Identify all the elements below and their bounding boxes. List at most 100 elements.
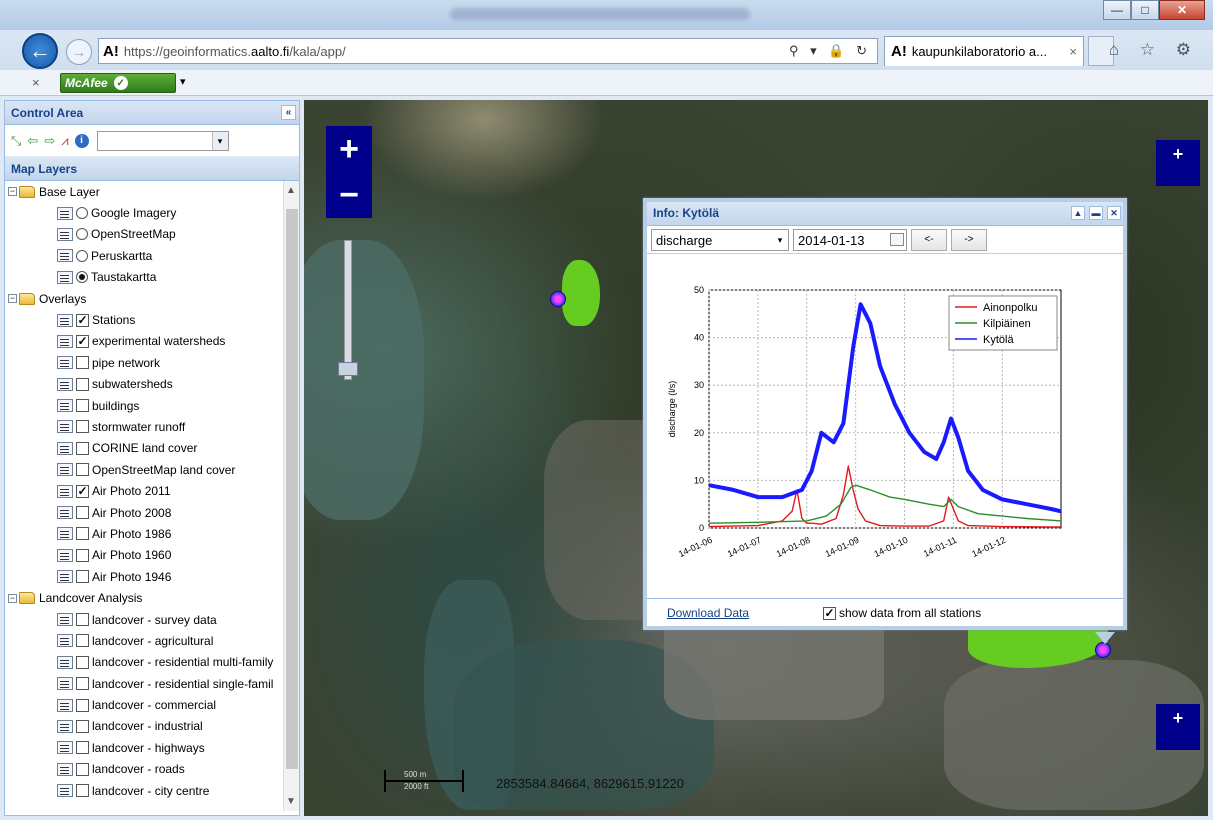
legend-icon[interactable] bbox=[57, 506, 73, 520]
layer-item[interactable]: Taustakartta bbox=[5, 267, 299, 288]
layer-item[interactable]: landcover - industrial bbox=[5, 716, 299, 737]
legend-icon[interactable] bbox=[57, 334, 73, 348]
show-all-checkbox[interactable]: ✓ bbox=[823, 606, 836, 620]
layer-checkbox[interactable]: ✓ bbox=[76, 313, 89, 327]
layer-group[interactable]: − Landcover Analysis bbox=[5, 587, 299, 608]
layer-switcher-plus-button[interactable]: + bbox=[1156, 140, 1200, 186]
layer-checkbox[interactable]: ✓ bbox=[76, 484, 89, 498]
layer-item[interactable]: landcover - residential multi-family bbox=[5, 652, 299, 673]
layer-item[interactable]: pipe network bbox=[5, 352, 299, 373]
legend-icon[interactable] bbox=[57, 762, 73, 776]
collapse-group-icon[interactable]: − bbox=[8, 593, 17, 603]
layer-checkbox[interactable] bbox=[76, 356, 89, 370]
legend-icon[interactable] bbox=[57, 463, 73, 477]
variable-select[interactable]: discharge ▾ bbox=[651, 228, 789, 251]
layer-checkbox[interactable] bbox=[76, 506, 89, 520]
layer-radio[interactable] bbox=[76, 207, 88, 220]
previous-extent-icon[interactable]: ⇦ bbox=[27, 133, 38, 149]
layer-checkbox[interactable] bbox=[76, 377, 89, 391]
collapse-group-icon[interactable]: − bbox=[8, 187, 17, 197]
legend-icon[interactable] bbox=[57, 527, 73, 541]
layer-group[interactable]: − Base Layer bbox=[5, 181, 299, 202]
layer-item[interactable]: Peruskartta bbox=[5, 245, 299, 266]
calendar-icon[interactable] bbox=[890, 232, 904, 246]
zoom-slider-handle[interactable] bbox=[338, 362, 358, 376]
tab-close-icon[interactable]: × bbox=[1069, 44, 1077, 59]
scroll-thumb[interactable] bbox=[286, 209, 298, 769]
show-all-stations-toggle[interactable]: ✓ show data from all stations bbox=[823, 606, 981, 620]
legend-icon[interactable] bbox=[57, 227, 73, 241]
home-favorites-settings-icon[interactable]: ⌂ ☆ ⚙ bbox=[1109, 40, 1199, 60]
layer-item[interactable]: OpenStreetMap land cover bbox=[5, 459, 299, 480]
layer-item[interactable]: CORINE land cover bbox=[5, 438, 299, 459]
layer-item[interactable]: Air Photo 1946 bbox=[5, 566, 299, 587]
layer-radio[interactable] bbox=[76, 228, 88, 241]
layer-item[interactable]: OpenStreetMap bbox=[5, 224, 299, 245]
collapse-panel-button[interactable]: « bbox=[281, 105, 296, 120]
layer-item[interactable]: subwatersheds bbox=[5, 374, 299, 395]
layer-checkbox[interactable] bbox=[76, 784, 89, 798]
browser-tab[interactable]: A! kaupunkilaboratorio a... × bbox=[884, 36, 1084, 66]
zoom-slider-track[interactable] bbox=[344, 240, 352, 380]
legend-icon[interactable] bbox=[57, 441, 73, 455]
layer-radio[interactable] bbox=[76, 271, 88, 284]
layer-checkbox[interactable] bbox=[76, 463, 89, 477]
station-marker[interactable] bbox=[1095, 642, 1111, 658]
legend-icon[interactable] bbox=[57, 677, 73, 691]
mcafee-dropdown-icon[interactable]: ▾ bbox=[180, 75, 186, 88]
layer-item[interactable]: landcover - survey data bbox=[5, 609, 299, 630]
legend-icon[interactable] bbox=[57, 741, 73, 755]
zoom-extent-icon[interactable]: ⤡ bbox=[11, 133, 21, 149]
pin-popup-icon[interactable]: ▬ bbox=[1089, 206, 1103, 220]
layer-checkbox[interactable] bbox=[76, 527, 89, 541]
tool-select[interactable]: ▾ bbox=[96, 130, 229, 151]
legend-icon[interactable] bbox=[57, 655, 73, 669]
download-data-link[interactable]: Download Data bbox=[667, 606, 749, 620]
zoom-out-button[interactable]: − bbox=[326, 172, 372, 218]
legend-icon[interactable] bbox=[57, 548, 73, 562]
legend-icon[interactable] bbox=[57, 570, 73, 584]
layer-checkbox[interactable] bbox=[76, 420, 89, 434]
layer-item[interactable]: ✓ Stations bbox=[5, 309, 299, 330]
layer-checkbox[interactable] bbox=[76, 677, 89, 691]
layer-item[interactable]: buildings bbox=[5, 395, 299, 416]
layer-checkbox[interactable]: ✓ bbox=[76, 334, 89, 348]
watershed-polygon[interactable] bbox=[562, 260, 600, 326]
maximize-button[interactable]: □ bbox=[1131, 0, 1159, 20]
forward-button[interactable]: → bbox=[66, 39, 92, 65]
layer-item[interactable]: landcover - commercial bbox=[5, 694, 299, 715]
layer-checkbox[interactable] bbox=[76, 762, 89, 776]
layer-checkbox[interactable] bbox=[76, 741, 89, 755]
layer-item[interactable]: landcover - agricultural bbox=[5, 630, 299, 651]
layer-checkbox[interactable] bbox=[76, 698, 89, 712]
legend-icon[interactable] bbox=[57, 484, 73, 498]
date-field[interactable]: 2014-01-13 bbox=[793, 228, 907, 251]
overview-plus-button[interactable]: + bbox=[1156, 704, 1200, 750]
next-date-button[interactable]: -> bbox=[951, 228, 987, 251]
layer-item[interactable]: Air Photo 2008 bbox=[5, 502, 299, 523]
layer-checkbox[interactable] bbox=[76, 441, 89, 455]
toolbar-close-icon[interactable]: × bbox=[32, 75, 40, 90]
close-window-button[interactable]: ✕ bbox=[1159, 0, 1205, 20]
mcafee-button[interactable]: McAfee ✓ bbox=[60, 73, 176, 93]
layer-item[interactable]: ✓ experimental watersheds bbox=[5, 331, 299, 352]
layer-tree-scrollbar[interactable]: ▲ ▼ bbox=[283, 181, 299, 811]
layer-checkbox[interactable] bbox=[76, 719, 89, 733]
next-extent-icon[interactable]: ⇨ bbox=[44, 133, 55, 149]
scroll-down-icon[interactable]: ▼ bbox=[286, 796, 296, 807]
address-tools-icon[interactable]: ⚲ ▾ 🔒 ↻ bbox=[789, 43, 871, 59]
legend-icon[interactable] bbox=[57, 784, 73, 798]
collapse-group-icon[interactable]: − bbox=[8, 294, 17, 304]
minimize-popup-icon[interactable]: ▲ bbox=[1071, 206, 1085, 220]
layer-item[interactable]: ✓ Air Photo 2011 bbox=[5, 480, 299, 501]
layer-checkbox[interactable] bbox=[76, 399, 89, 413]
layer-item[interactable]: Air Photo 1960 bbox=[5, 545, 299, 566]
previous-date-button[interactable]: <- bbox=[911, 228, 947, 251]
layer-item[interactable]: landcover - residential single-famil bbox=[5, 673, 299, 694]
back-button[interactable]: ← bbox=[22, 33, 58, 69]
layer-item[interactable]: landcover - roads bbox=[5, 759, 299, 780]
legend-icon[interactable] bbox=[57, 356, 73, 370]
layer-checkbox[interactable] bbox=[76, 613, 89, 626]
chart-tool-icon[interactable]: ⩘ bbox=[61, 133, 68, 149]
layer-checkbox[interactable] bbox=[76, 634, 89, 648]
